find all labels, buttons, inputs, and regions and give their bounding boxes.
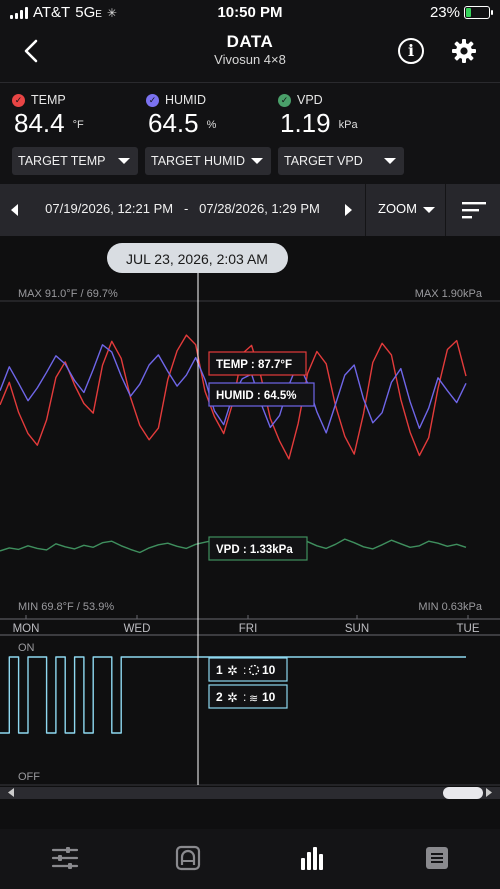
temp-check-icon: ✓ [12,93,25,107]
vpd-value: 1.19 [280,108,331,138]
previous-range-icon[interactable] [11,204,18,216]
chevron-down-icon [384,158,396,164]
off-label: OFF [18,771,40,783]
temp-label: TEMP [31,93,66,107]
on-label: ON [18,642,35,654]
device2-level: 10 [262,690,276,704]
humid-label: HUMID [165,93,206,107]
status-bar: AT&T 5GE ✳ 10:50 PM 23% [0,0,500,26]
date-range[interactable]: 07/19/2026, 12:21 PM - 07/28/2026, 1:29 … [30,201,335,216]
vpd-reading: ✓ VPD 1.19 kPa [278,93,358,139]
chevron-down-icon[interactable] [423,207,435,213]
device2-index: 2 [216,690,223,704]
x-axis-day-label: MON [13,623,40,635]
x-axis-day-labels: MON WED FRI SUN TUE [13,615,480,635]
target-humid-dropdown[interactable]: TARGET HUMID [145,147,271,175]
battery-icon [464,6,493,19]
fan-icon: ✲ [227,663,238,678]
target-humid-label: TARGET HUMID [151,154,245,168]
battery-percent: 23% [429,4,460,21]
history-chart[interactable]: MAX 91.0°F / 69.7% MAX 1.90kPa MIN 69.8°… [0,236,500,800]
next-range-icon[interactable] [345,204,352,216]
temp-reading: ✓ TEMP 84.4 °F [12,93,84,139]
divider [445,184,446,236]
x-axis-day-label: WED [124,623,151,635]
x-axis-day-label: SUN [345,623,369,635]
controls-icon[interactable] [50,843,80,873]
chevron-down-icon [118,158,130,164]
target-temp-dropdown[interactable]: TARGET TEMP [12,147,138,175]
fan-icon: ✲ [227,690,238,705]
x-axis-day-label: FRI [239,623,258,635]
log-list-icon[interactable] [422,843,452,873]
page-title: DATA [226,32,274,51]
gear-icon[interactable] [449,36,479,66]
device1-level: 10 [262,663,276,677]
range-end: 07/28/2026, 1:29 PM [199,201,320,216]
vpd-unit: kPa [338,119,358,132]
humid-reading: ✓ HUMID 64.5% [146,93,216,139]
device-icon[interactable] [173,843,203,873]
top-bar: DATA Vivosun 4×8 i [0,26,500,82]
temp-tooltip-text: TEMP : 87.7°F [216,359,292,371]
cursor-date: JUL 23, 2026, 2:03 AM [126,251,268,267]
x-axis-day-label: TUE [457,623,480,635]
range-separator: - [183,201,189,216]
vpd-tooltip-text: VPD : 1.33kPa [216,544,293,556]
temp-value: 84.4 [14,108,65,138]
max-right-label: MAX 1.90kPa [415,288,483,300]
chart-scrollbar[interactable] [0,787,500,799]
humid-value: 64.5 [148,108,199,138]
clock: 10:50 PM [217,4,283,21]
scrollbar-thumb[interactable] [443,787,483,799]
humid-unit: % [206,119,217,132]
sort-icon[interactable] [462,201,486,219]
date-range-bar: 07/19/2026, 12:21 PM - 07/28/2026, 1:29 … [0,184,500,236]
vpd-check-icon: ✓ [278,93,291,107]
battery-indicator: 23% [429,4,493,21]
humid-check-icon: ✓ [146,93,159,107]
vpd-label: VPD [297,93,323,107]
info-icon[interactable]: i [398,38,424,64]
divider [365,184,366,236]
chart-area[interactable]: MAX 91.0°F / 69.7% MAX 1.90kPa MIN 69.8°… [0,236,500,800]
humid-tooltip-text: HUMID : 64.5% [216,390,297,402]
chevron-down-icon [251,158,263,164]
zoom-dropdown[interactable]: ZOOM [378,201,417,216]
current-readings: ✓ TEMP 84.4 °F ✓ HUMID 64.5% ✓ VPD 1.19 kPa T… [0,82,500,184]
bottom-navigation [0,829,500,889]
device-name: Vivosun 4×8 [214,52,286,67]
device1-index: 1 [216,663,223,677]
target-temp-label: TARGET TEMP [18,154,106,168]
min-right-label: MIN 0.63kPa [418,601,482,613]
separator-colon: : [243,663,246,677]
target-vpd-label: TARGET VPD [284,154,363,168]
max-left-label: MAX 91.0°F / 69.7% [18,288,118,300]
wind-icon: ≋ [249,693,258,705]
chart-bars-icon[interactable] [298,843,328,873]
target-vpd-dropdown[interactable]: TARGET VPD [278,147,404,175]
range-start: 07/19/2026, 12:21 PM [45,201,174,216]
min-left-label: MIN 69.8°F / 53.9% [18,601,114,613]
temp-unit: °F [72,119,84,132]
separator-colon: : [243,690,246,704]
